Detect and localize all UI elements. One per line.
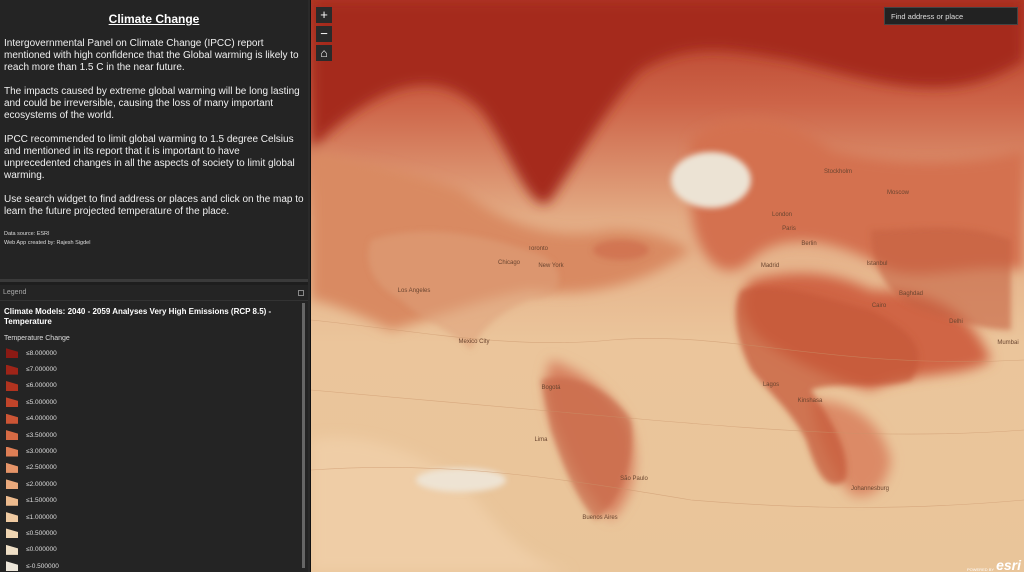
- legend-item-label: ≤0.500000: [26, 529, 57, 537]
- legend-item-label: ≤4.000000: [26, 415, 57, 423]
- info-paragraph-4: Use search widget to find address or pla…: [4, 194, 304, 217]
- sidebar: Climate Change Intergovernmental Panel o…: [0, 0, 310, 572]
- legend-swatch: [6, 348, 18, 359]
- legend-scrollbar[interactable]: [302, 303, 305, 568]
- city-label: Delhi: [949, 319, 963, 325]
- legend-item: ≤5.000000: [6, 394, 308, 410]
- city-label: Moscow: [886, 190, 910, 196]
- legend-item-label: ≤8.000000: [26, 349, 57, 357]
- legend-swatch: [6, 479, 18, 490]
- city-label: Berlin: [801, 241, 817, 247]
- legend-list: ≤8.000000 ≤7.000000 ≤6.000000 ≤5.000000 ≤4.0…: [0, 342, 308, 572]
- legend-item: ≤3.000000: [6, 443, 308, 459]
- legend-header: Legend: [0, 285, 308, 301]
- legend-swatch: [6, 495, 18, 506]
- map-view[interactable]: Toronto Chicago New York Los Angeles Mexico …: [311, 0, 1024, 572]
- zoom-out-button[interactable]: −: [316, 26, 332, 42]
- legend-swatch: [6, 413, 18, 424]
- legend-item: ≤4.000000: [6, 411, 308, 427]
- legend-item-label: ≤7.000000: [26, 366, 57, 374]
- collapse-icon[interactable]: [298, 290, 304, 296]
- legend-item: ≤1.500000: [6, 493, 308, 509]
- legend-panel: Legend Climate Models: 2040 - 2059 Analy…: [0, 285, 308, 572]
- legend-item-label: ≤2.500000: [26, 464, 57, 472]
- legend-swatch: [6, 446, 18, 457]
- city-label: Stockholm: [823, 169, 853, 175]
- legend-swatch: [6, 380, 18, 391]
- legend-item: ≤2.000000: [6, 476, 308, 492]
- home-icon[interactable]: ⌂: [316, 45, 332, 61]
- search-input[interactable]: [884, 7, 1018, 25]
- legend-item-label: ≤0.000000: [26, 546, 57, 554]
- info-panel: Climate Change Intergovernmental Panel o…: [0, 0, 308, 282]
- legend-swatch: [6, 397, 18, 408]
- legend-item: ≤0.000000: [6, 542, 308, 558]
- legend-header-label: Legend: [3, 289, 27, 296]
- legend-swatch: [6, 364, 18, 375]
- city-label: São Paulo: [620, 476, 648, 482]
- legend-item-label: ≤1.500000: [26, 497, 57, 505]
- city-label: Mumbai: [997, 340, 1019, 346]
- city-label: Cairo: [871, 303, 887, 309]
- created-by: Web App created by: Rajesh Sigdel: [4, 240, 91, 246]
- legend-swatch: [6, 528, 18, 539]
- legend-item-label: ≤1.000000: [26, 513, 57, 521]
- city-label: Buenos Aires: [582, 515, 618, 521]
- legend-item: ≤8.000000: [6, 345, 308, 361]
- powered-by-label: POWERED BY: [966, 567, 995, 572]
- city-label: Mexico City: [458, 339, 490, 345]
- city-label: Paris: [782, 226, 796, 232]
- legend-item: ≤7.000000: [6, 361, 308, 377]
- city-label: Istanbul: [866, 261, 888, 267]
- city-label: Lima: [534, 437, 548, 443]
- legend-swatch: [6, 512, 18, 523]
- city-label: Toronto: [527, 246, 549, 252]
- legend-swatch: [6, 544, 18, 555]
- legend-item: ≤-0.500000: [6, 558, 308, 572]
- legend-item: ≤2.500000: [6, 460, 308, 476]
- legend-item-label: ≤-0.500000: [26, 562, 59, 570]
- city-label: Kinshasa: [797, 398, 823, 404]
- legend-item: ≤1.000000: [6, 509, 308, 525]
- city-label: Bogotá: [541, 385, 561, 391]
- info-paragraph-2: The impacts caused by extreme global war…: [4, 86, 300, 121]
- legend-swatch: [6, 430, 18, 441]
- legend-item-label: ≤3.000000: [26, 448, 57, 456]
- legend-item: ≤6.000000: [6, 378, 308, 394]
- legend-item-label: ≤3.500000: [26, 431, 57, 439]
- legend-swatch: [6, 462, 18, 473]
- info-paragraph-3: IPCC recommended to limit global warming…: [4, 134, 295, 181]
- legend-swatch: [6, 561, 18, 572]
- legend-item: ≤3.500000: [6, 427, 308, 443]
- legend-field-name: Temperature Change: [4, 335, 70, 342]
- city-label: New York: [538, 263, 564, 269]
- page-title: Climate Change: [108, 12, 200, 26]
- legend-layer-title: Climate Models: 2040 - 2059 Analyses Ver…: [4, 307, 272, 326]
- city-label: Baghdad: [898, 291, 924, 297]
- city-label: London: [771, 212, 793, 218]
- city-label: Chicago: [497, 260, 521, 266]
- zoom-in-button[interactable]: +: [316, 7, 332, 23]
- esri-logo: esri: [996, 557, 1021, 572]
- info-paragraph-1: Intergovernmental Panel on Climate Chang…: [4, 38, 299, 73]
- city-label: Los Angeles: [397, 288, 431, 294]
- temperature-map[interactable]: [311, 0, 1024, 572]
- legend-item-label: ≤2.000000: [26, 480, 57, 488]
- esri-attribution[interactable]: POWERED BY esri: [967, 558, 1021, 572]
- legend-item: ≤0.500000: [6, 525, 308, 541]
- legend-item-label: ≤5.000000: [26, 398, 57, 406]
- city-label: Lagos: [762, 382, 780, 388]
- data-source: Data source: ESRI: [4, 231, 50, 237]
- city-label: Madrid: [760, 263, 780, 269]
- legend-item-label: ≤6.000000: [26, 382, 57, 390]
- city-label: Johannesburg: [850, 486, 890, 492]
